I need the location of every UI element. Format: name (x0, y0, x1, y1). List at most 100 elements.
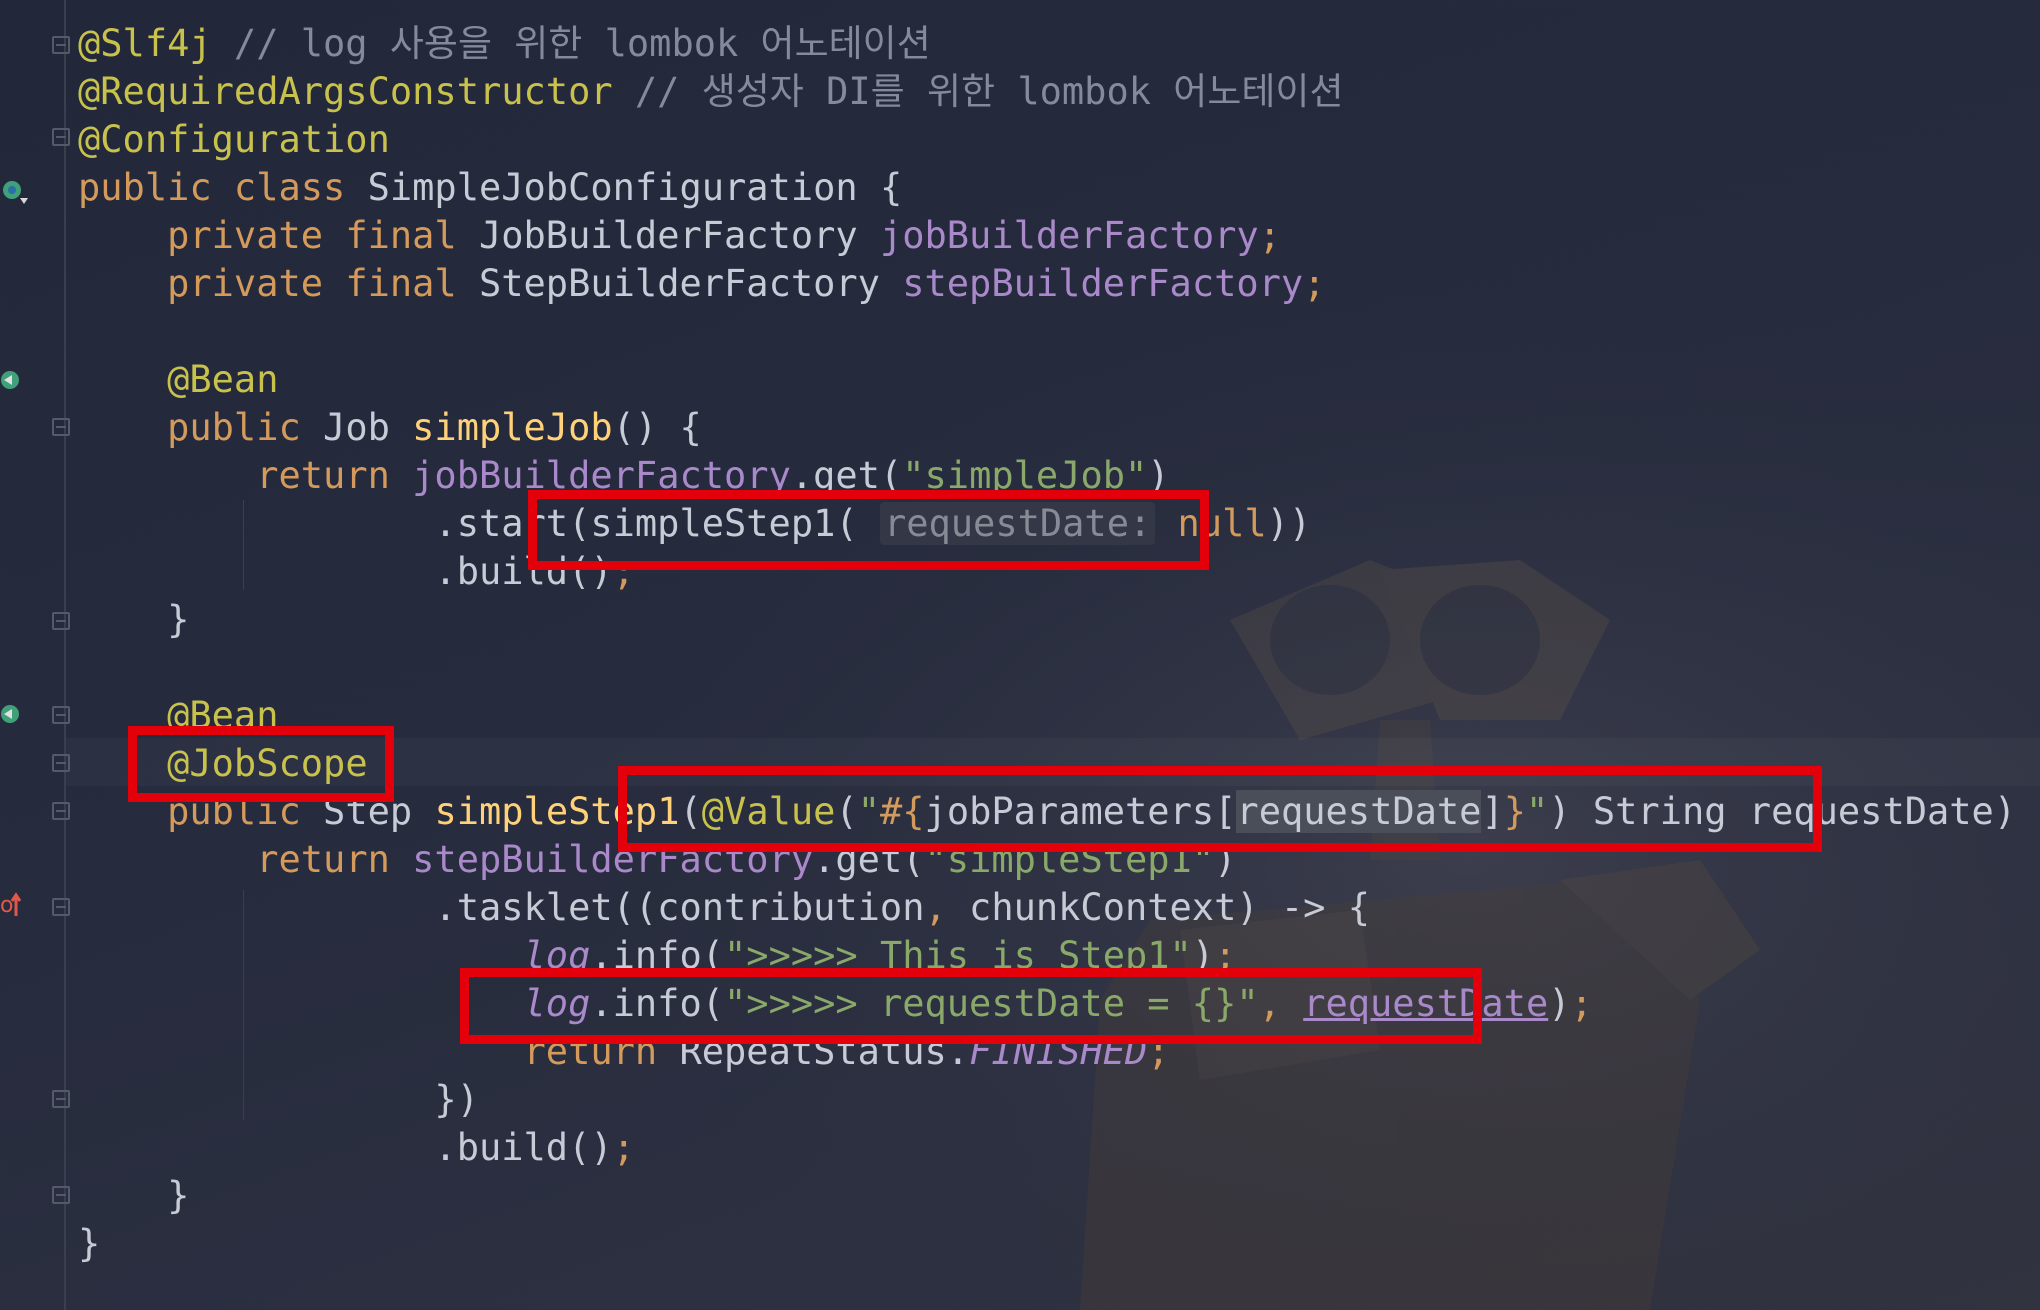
code-token: } (78, 1174, 190, 1217)
code-line[interactable]: private final StepBuilderFactory stepBui… (78, 260, 2040, 308)
fold-marker-icon[interactable] (52, 128, 70, 146)
code-token: SimpleJobConfiguration { (367, 166, 903, 209)
editor-gutter: o (0, 0, 70, 1310)
code-token: ) (1147, 454, 1170, 497)
code-token: private final (167, 262, 479, 305)
svg-text:o: o (0, 893, 13, 918)
code-token: // 생성자 DI를 위한 lombok 어노테이션 (612, 70, 1344, 113)
code-line[interactable]: public Step simpleStep1(@Value("#{jobPar… (78, 788, 2040, 836)
code-line[interactable]: .build(); (78, 1124, 2040, 1172)
code-token: log (523, 982, 591, 1025)
code-line[interactable]: return jobBuilderFactory.get("simpleJob"… (78, 452, 2040, 500)
code-token: @Value (701, 790, 836, 833)
code-token: ; (1303, 262, 1326, 305)
code-token: jobBuilderFactory (879, 214, 1259, 257)
code-token: .start(simpleStep1( (78, 502, 880, 545)
fold-marker-icon[interactable] (52, 754, 70, 772)
code-token: jobParameters[ (924, 790, 1237, 833)
fold-marker-icon[interactable] (52, 612, 70, 630)
code-token: .info( (590, 982, 725, 1025)
code-token: ( (679, 790, 702, 833)
code-token: "simpleStep1" (924, 838, 1215, 881)
code-token: ; (1258, 214, 1281, 257)
code-token: " (857, 790, 880, 833)
code-token: .build() (78, 550, 613, 593)
code-line[interactable]: .build(); (78, 548, 2040, 596)
code-token: ">>>>> This is Step1" (724, 934, 1192, 977)
fold-marker-icon[interactable] (52, 898, 70, 916)
code-token: @Bean (167, 358, 279, 401)
code-line[interactable]: ​ (78, 644, 2040, 692)
code-line[interactable]: @Slf4j // log 사용을 위한 lombok 어노테이션 (78, 20, 2040, 68)
code-token: ] (1481, 790, 1504, 833)
code-token: requestDate (1303, 982, 1549, 1025)
code-token: private final (167, 214, 479, 257)
code-token: .info( (590, 934, 725, 977)
code-line[interactable]: public Job simpleJob() { (78, 404, 2040, 452)
code-token: stepBuilderFactory (412, 838, 814, 881)
bean-gutter-icon[interactable] (0, 702, 22, 728)
code-token: public (167, 790, 324, 833)
code-token: .get( (790, 454, 903, 497)
code-token: JobBuilderFactory (478, 214, 880, 257)
code-token: "simpleJob" (902, 454, 1148, 497)
code-line[interactable]: } (78, 596, 2040, 644)
code-token: } (78, 598, 190, 641)
spring-config-icon[interactable] (2, 178, 30, 210)
code-line[interactable]: private final JobBuilderFactory jobBuild… (78, 212, 2040, 260)
fold-marker-icon[interactable] (52, 418, 70, 436)
fold-marker-icon[interactable] (52, 706, 70, 724)
fold-marker-icon[interactable] (52, 802, 70, 820)
code-line[interactable]: @Configuration (78, 116, 2040, 164)
code-token: return (523, 1030, 680, 1073)
code-line[interactable]: @JobScope (78, 740, 2040, 788)
code-token: ; (612, 1126, 635, 1169)
code-token: ) (1214, 838, 1237, 881)
code-token: ; (1214, 934, 1237, 977)
code-token: )) (1266, 502, 1312, 545)
code-line[interactable]: return stepBuilderFactory.get("simpleSte… (78, 836, 2040, 884)
code-token: .tasklet((contribution (78, 886, 925, 929)
code-token: // log 사용을 위한 lombok 어노테이션 (211, 22, 931, 65)
code-token: .build() (78, 1126, 613, 1169)
code-line[interactable]: @Bean (78, 356, 2040, 404)
code-token: }) (78, 1078, 479, 1121)
code-line[interactable]: } (78, 1220, 2040, 1268)
code-token: log (523, 934, 591, 977)
override-gutter-icon[interactable]: o (0, 888, 22, 922)
code-line[interactable]: log.info(">>>>> requestDate = {}", reque… (78, 980, 2040, 1028)
code-token: requestDate (1236, 790, 1482, 833)
code-line[interactable]: } (78, 1172, 2040, 1220)
code-token: StepBuilderFactory (478, 262, 903, 305)
fold-marker-icon[interactable] (52, 36, 70, 54)
code-token: , (1258, 982, 1304, 1025)
code-token: ; (1570, 982, 1593, 1025)
code-line[interactable]: return RepeatStatus.FINISHED; (78, 1028, 2040, 1076)
code-token: @RequiredArgsConstructor (78, 70, 613, 113)
code-token: chunkContext) -> { (969, 886, 1371, 929)
code-editor[interactable]: @Slf4j // log 사용을 위한 lombok 어노테이션 @Requir… (78, 20, 2040, 1268)
code-token: ) (1548, 982, 1571, 1025)
code-token: } (78, 1222, 101, 1265)
code-line[interactable]: .tasklet((contribution, chunkContext) ->… (78, 884, 2040, 932)
code-line[interactable]: @Bean (78, 692, 2040, 740)
code-line[interactable]: .start(simpleStep1( requestDate: null)) (78, 500, 2040, 548)
fold-marker-icon[interactable] (52, 1090, 70, 1108)
code-line[interactable]: public class SimpleJobConfiguration { (78, 164, 2040, 212)
bean-gutter-icon[interactable] (0, 368, 22, 394)
code-token: requestDate: (879, 502, 1156, 545)
fold-marker-icon[interactable] (52, 1186, 70, 1204)
code-line[interactable]: ​ (78, 308, 2040, 356)
code-line[interactable]: log.info(">>>>> This is Step1"); (78, 932, 2040, 980)
code-line[interactable]: }) (78, 1076, 2040, 1124)
code-line[interactable]: @RequiredArgsConstructor // 생성자 DI를 위한 l… (78, 68, 2040, 116)
code-token: RepeatStatus. (679, 1030, 970, 1073)
code-token: ; (612, 550, 635, 593)
code-token: , (924, 886, 970, 929)
